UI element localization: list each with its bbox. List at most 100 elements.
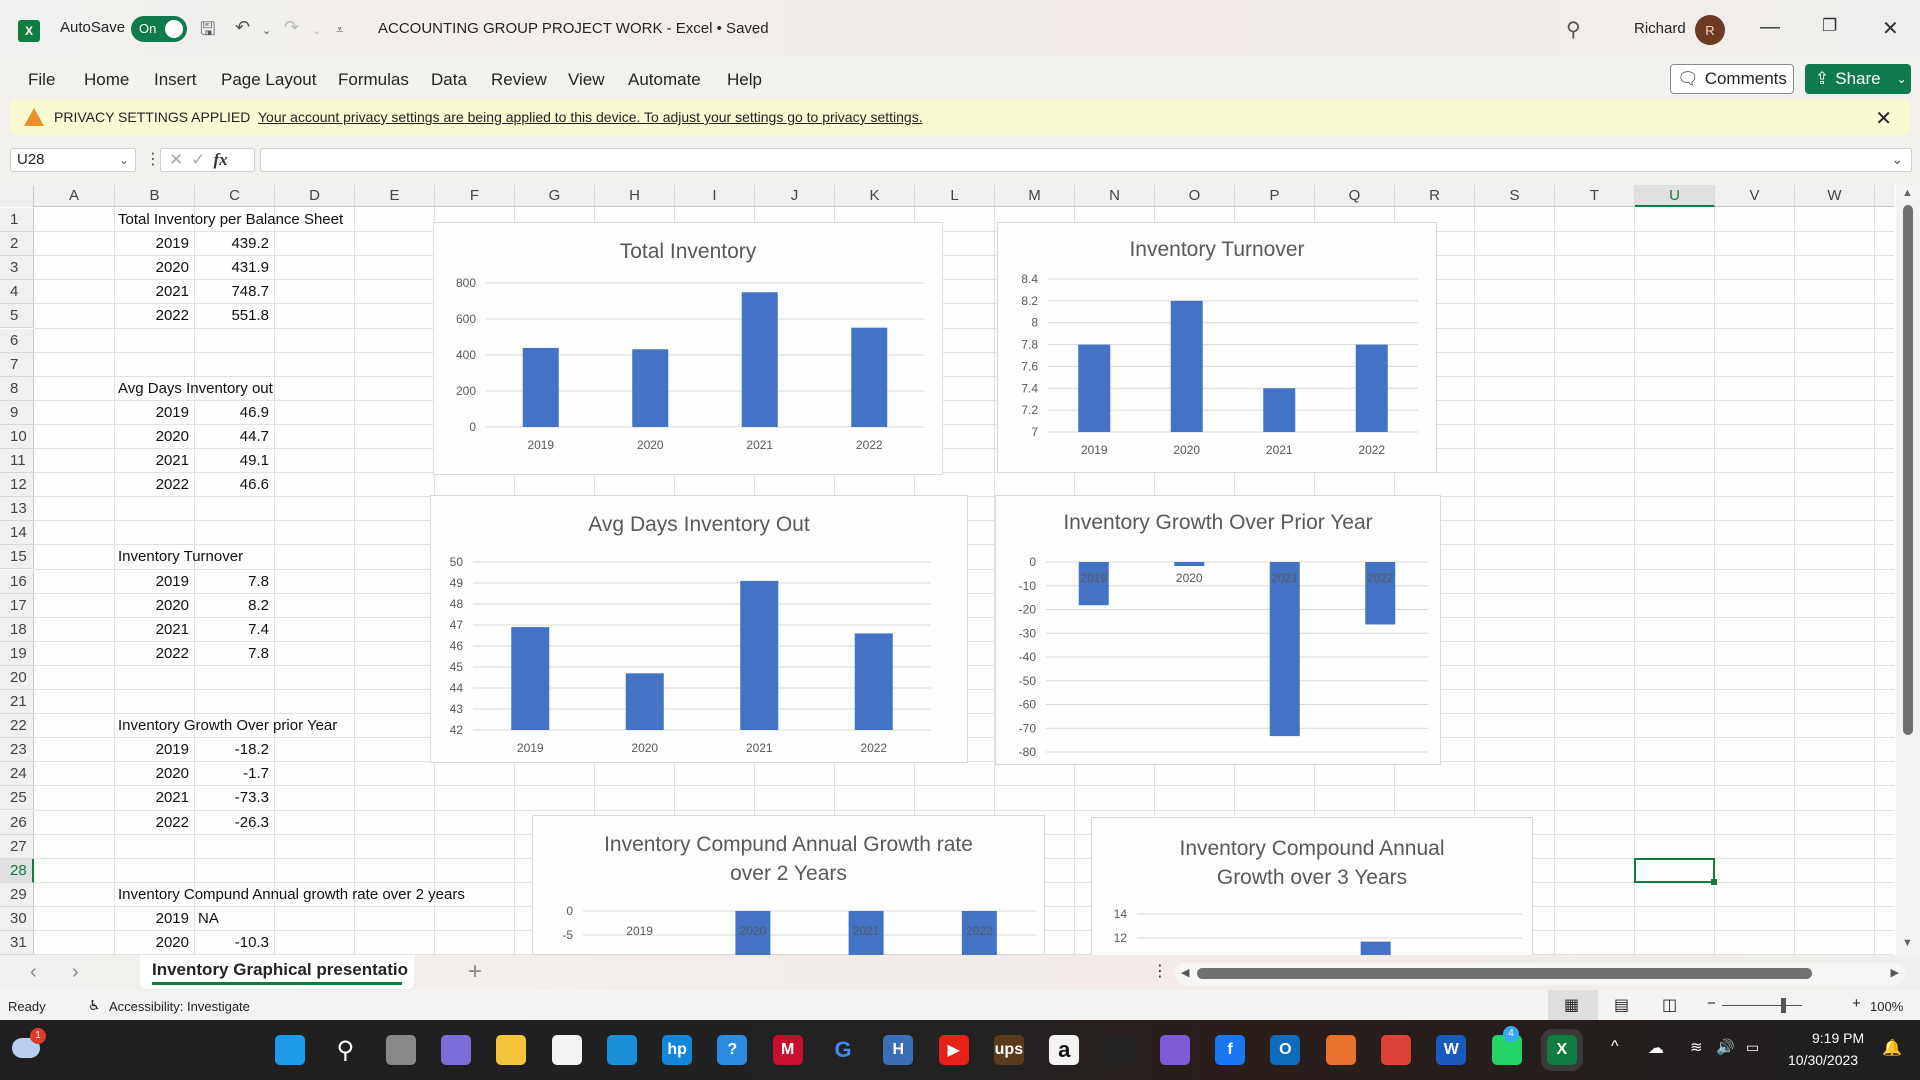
chromium-app-icon[interactable]: [1325, 1035, 1356, 1065]
cell-c30[interactable]: NA: [198, 910, 219, 934]
selected-cell[interactable]: [1634, 857, 1717, 885]
cell-c18[interactable]: 7.4: [197, 621, 269, 645]
row-header-3[interactable]: 3: [0, 256, 34, 281]
cell-b15[interactable]: Inventory Turnover: [118, 548, 243, 572]
mcafee-icon[interactable]: M: [772, 1035, 803, 1065]
row-header-31[interactable]: 31: [0, 931, 34, 955]
row-header-8[interactable]: 8: [0, 376, 34, 401]
cell-c4[interactable]: 748.7: [197, 283, 269, 307]
start-icon[interactable]: [275, 1035, 305, 1065]
close-privacy-icon[interactable]: ✕: [1875, 106, 1892, 131]
edge-icon[interactable]: [606, 1035, 637, 1065]
zoom-in-icon[interactable]: +: [1852, 995, 1861, 1012]
chrome-icon[interactable]: [1381, 1035, 1411, 1065]
scroll-down-icon[interactable]: ▼: [1902, 937, 1913, 949]
sheet-tab-active[interactable]: Inventory Graphical presentatio: [140, 955, 414, 989]
normal-view-button[interactable]: ▦: [1548, 990, 1598, 1020]
cell-b8[interactable]: Avg Days Inventory out: [118, 380, 273, 404]
cell-b3[interactable]: 2020: [117, 259, 189, 283]
microsoft-365-store-icon[interactable]: [1104, 1035, 1135, 1065]
undo-dropdown-icon[interactable]: ⌄: [262, 24, 271, 37]
show-hidden-icons[interactable]: ^: [1611, 1038, 1619, 1056]
column-header-r[interactable]: R: [1395, 185, 1475, 207]
cell-b22[interactable]: Inventory Growth Over prior Year: [118, 717, 337, 741]
row-header-24[interactable]: 24: [0, 762, 34, 787]
column-header-m[interactable]: M: [995, 185, 1075, 207]
row-header-2[interactable]: 2: [0, 232, 34, 257]
name-box-chevron-icon[interactable]: ⌄: [119, 149, 129, 171]
tab-automate[interactable]: Automate: [628, 70, 701, 90]
cell-b4[interactable]: 2021: [117, 283, 189, 307]
cell-b2[interactable]: 2019: [117, 235, 189, 259]
chart-avg-days-inventory-out[interactable]: Avg Days Inventory Out 42 43 44 45 46 47 48 49 50…: [430, 495, 968, 763]
row-header-16[interactable]: 16: [0, 569, 34, 594]
facebook-icon[interactable]: f: [1215, 1035, 1246, 1065]
page-break-view-icon[interactable]: ◫: [1662, 995, 1677, 1015]
next-sheet-icon[interactable]: ›: [72, 961, 79, 984]
cell-b18[interactable]: 2021: [117, 621, 189, 645]
redo-icon[interactable]: ↷: [284, 17, 299, 38]
row-header-10[interactable]: 10: [0, 424, 34, 449]
zoom-out-icon[interactable]: −: [1707, 995, 1716, 1012]
previous-sheet-icon[interactable]: ‹: [30, 961, 37, 984]
tab-view[interactable]: View: [568, 70, 605, 90]
tab-review[interactable]: Review: [491, 70, 547, 90]
clock-date[interactable]: 10/30/2023: [1788, 1052, 1858, 1068]
tab-split-handle-icon[interactable]: ⋮: [1152, 961, 1168, 981]
scroll-left-icon[interactable]: ◀: [1181, 966, 1189, 979]
add-sheet-icon[interactable]: +: [468, 958, 482, 986]
cell-b5[interactable]: 2022: [117, 307, 189, 331]
redo-dropdown-icon[interactable]: ⌄: [312, 24, 321, 37]
insert-function-icon[interactable]: fx: [214, 150, 228, 170]
tab-data[interactable]: Data: [431, 70, 467, 90]
column-header-w[interactable]: W: [1795, 185, 1875, 207]
close-icon[interactable]: ✕: [1882, 16, 1899, 41]
microsoft-store-icon[interactable]: [551, 1035, 582, 1065]
horizontal-scrollbar[interactable]: ◀ ▶: [1175, 963, 1905, 985]
horizontal-scroll-thumb[interactable]: [1197, 968, 1812, 979]
minimize-icon[interactable]: —: [1760, 16, 1780, 39]
row-header-5[interactable]: 5: [0, 304, 34, 329]
scroll-up-icon[interactable]: ▲: [1902, 187, 1913, 199]
cell-b30[interactable]: 2019: [117, 910, 189, 934]
row-header-12[interactable]: 12: [0, 473, 34, 498]
column-header-b[interactable]: B: [115, 185, 195, 207]
save-icon[interactable]: 🖫: [200, 17, 215, 47]
tab-file[interactable]: File: [28, 70, 55, 90]
comments-button[interactable]: 🗨 Comments: [1670, 64, 1794, 94]
zoom-level[interactable]: 100%: [1870, 999, 1903, 1014]
cell-c2[interactable]: 439.2: [197, 235, 269, 259]
share-button[interactable]: ⇪ Share ⌄: [1805, 64, 1911, 94]
onedrive-icon[interactable]: ☁: [1648, 1038, 1664, 1058]
row-header-13[interactable]: 13: [0, 497, 34, 522]
cell-c24[interactable]: -1.7: [197, 765, 269, 789]
cell-b12[interactable]: 2022: [117, 476, 189, 500]
column-header-n[interactable]: N: [1075, 185, 1155, 207]
tab-help[interactable]: Help: [727, 70, 762, 90]
row-header-25[interactable]: 25: [0, 786, 34, 811]
column-header-i[interactable]: I: [675, 185, 755, 207]
cell-b25[interactable]: 2021: [117, 789, 189, 813]
row-header-18[interactable]: 18: [0, 617, 34, 642]
title-chevron-down-icon[interactable]: ⌄: [750, 22, 761, 38]
cell-b26[interactable]: 2022: [117, 814, 189, 838]
excel-icon[interactable]: X: [1540, 1029, 1583, 1071]
cell-c16[interactable]: 7.8: [197, 573, 269, 597]
row-header-27[interactable]: 27: [0, 834, 34, 859]
cell-c19[interactable]: 7.8: [197, 645, 269, 669]
row-header-23[interactable]: 23: [0, 738, 34, 763]
column-header-j[interactable]: J: [755, 185, 835, 207]
search-icon[interactable]: ⚲: [330, 1035, 360, 1065]
share-chevron-icon[interactable]: ⌄: [1897, 72, 1907, 86]
chart-inventory-turnover[interactable]: Inventory Turnover 7 7.2 7.4 7.6 7.8 8 8.2 8.4 20…: [997, 222, 1437, 473]
row-header-15[interactable]: 15: [0, 545, 34, 570]
column-header-e[interactable]: E: [355, 185, 435, 207]
tab-formulas[interactable]: Formulas: [338, 70, 409, 90]
column-header-h[interactable]: H: [595, 185, 675, 207]
outlook-icon[interactable]: O: [1270, 1035, 1301, 1065]
formula-input[interactable]: ⌄: [260, 148, 1912, 172]
avatar[interactable]: R: [1695, 15, 1725, 45]
volume-icon[interactable]: 🔊: [1716, 1038, 1735, 1056]
column-header-l[interactable]: L: [915, 185, 995, 207]
cell-b16[interactable]: 2019: [117, 573, 189, 597]
